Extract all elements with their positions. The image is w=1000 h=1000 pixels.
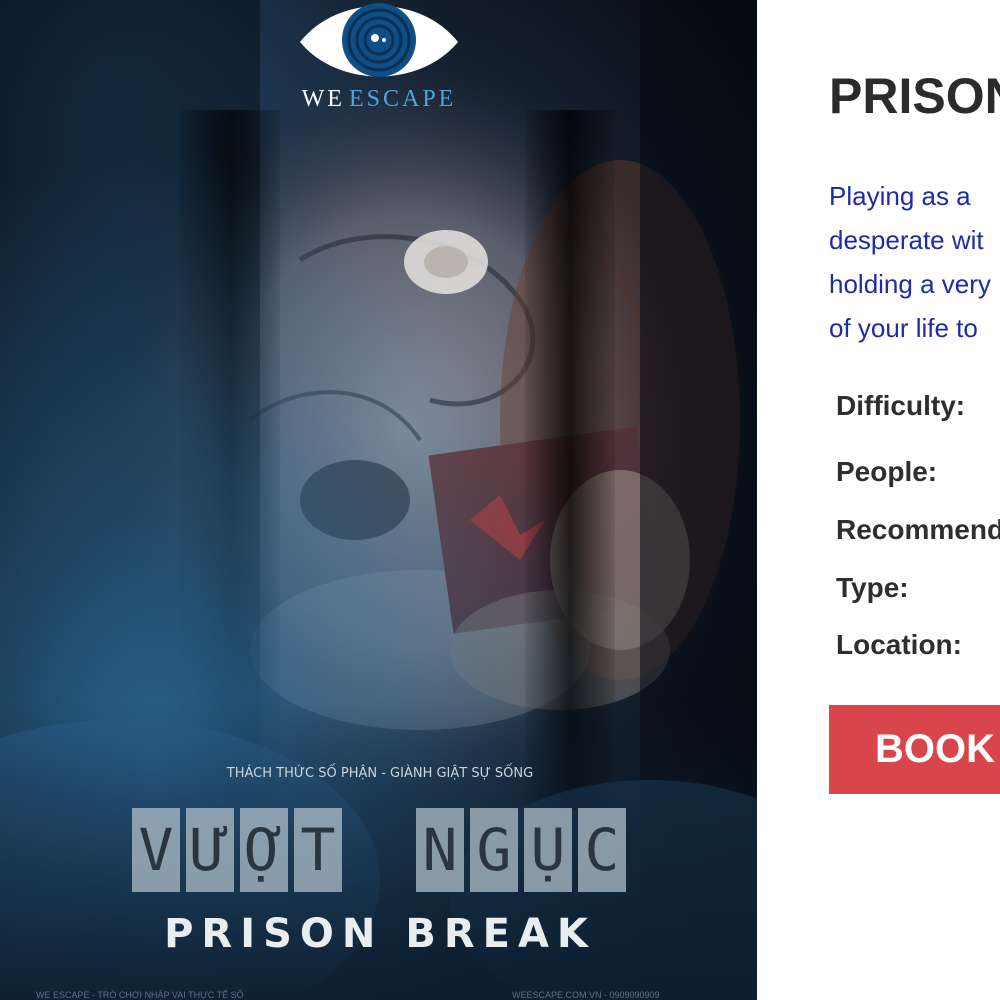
- room-title: PRISON: [829, 68, 1000, 124]
- title-word-nguc: N G Ụ C: [416, 808, 632, 892]
- type-label: Type:: [836, 572, 909, 603]
- logo-wordmark: WE ESCAPE: [298, 84, 460, 114]
- room-poster: WE ESCAPE THÁCH THỨC SỐ PHẬN - GIÀNH GIẬT…: [0, 0, 757, 1000]
- room-description: Playing as a desperate wit holding a ver…: [829, 174, 1000, 350]
- location-label: Location:: [836, 629, 962, 660]
- logo-word-escape: ESCAPE: [348, 86, 457, 112]
- eye-logo-icon: [300, 3, 458, 77]
- title-letter: N: [416, 808, 464, 892]
- poster-footer-left: WE ESCAPE - TRÒ CHƠI NHẬP VAI THỰC TẾ SỐ: [36, 990, 244, 1000]
- description-line: desperate wit: [829, 225, 984, 255]
- poster-footer-right: WEESCAPE.COM.VN - 0909090909: [512, 990, 660, 1000]
- description-line: of your life to: [829, 313, 978, 343]
- title-letter: V: [132, 808, 180, 892]
- title-letter: Ư: [186, 808, 234, 892]
- title-letter: Ụ: [524, 808, 572, 892]
- poster-footer: WE ESCAPE - TRÒ CHƠI NHẬP VAI THỰC TẾ SỐ…: [0, 988, 757, 1000]
- people-label: People:: [836, 456, 938, 487]
- title-letter: G: [470, 808, 518, 892]
- book-button[interactable]: BOOK: [829, 705, 1000, 794]
- difficulty-label: Difficulty:: [836, 390, 966, 421]
- title-letter: C: [578, 808, 626, 892]
- logo-word-we: WE: [301, 86, 345, 112]
- poster-title-vietnamese: V Ư Ợ T N G Ụ C: [130, 808, 650, 900]
- title-letter: Ợ: [240, 808, 288, 892]
- we-escape-logo: WE ESCAPE: [298, 0, 460, 118]
- room-info-panel: PRISON Playing as a desperate wit holdin…: [757, 0, 1000, 1000]
- poster-title-english: PRISON BREAK: [164, 911, 596, 957]
- description-line: holding a very: [829, 269, 991, 299]
- recommended-label: Recommend: [836, 514, 1000, 545]
- title-letter: T: [294, 808, 342, 892]
- room-detail-page: WE ESCAPE THÁCH THỨC SỐ PHẬN - GIÀNH GIẬT…: [0, 0, 1000, 1000]
- poster-tagline: THÁCH THỨC SỐ PHẬN - GIÀNH GIẬT SỰ SỐNG: [226, 766, 534, 781]
- title-word-vuot: V Ư Ợ T: [132, 808, 348, 892]
- description-line: Playing as a: [829, 181, 971, 211]
